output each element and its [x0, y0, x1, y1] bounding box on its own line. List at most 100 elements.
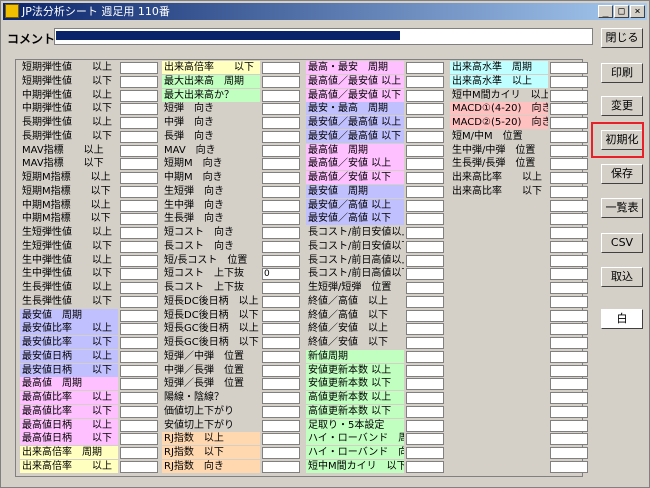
- condition-value-input[interactable]: [262, 130, 300, 143]
- condition-value-input[interactable]: [262, 240, 300, 253]
- condition-value-input[interactable]: [120, 268, 158, 281]
- condition-value-input[interactable]: [120, 185, 158, 198]
- condition-value-input[interactable]: [120, 89, 158, 102]
- condition-value-input[interactable]: [406, 295, 444, 308]
- condition-value-input[interactable]: [262, 323, 300, 336]
- csv-button[interactable]: CSV: [601, 233, 643, 253]
- condition-value-input[interactable]: [406, 309, 444, 322]
- condition-value-input[interactable]: [550, 309, 588, 322]
- list-button[interactable]: 一覧表: [601, 198, 643, 218]
- condition-value-input[interactable]: [120, 392, 158, 404]
- print-button[interactable]: 印刷: [601, 63, 643, 83]
- condition-value-input[interactable]: [406, 447, 444, 459]
- condition-value-input[interactable]: [262, 392, 300, 404]
- condition-value-input[interactable]: [550, 62, 588, 74]
- condition-value-input[interactable]: [406, 419, 444, 432]
- close-button[interactable]: 閉じる: [601, 28, 643, 48]
- condition-value-input[interactable]: [550, 337, 588, 349]
- condition-value-input[interactable]: [550, 103, 588, 116]
- condition-value-input[interactable]: [550, 405, 588, 418]
- condition-value-input[interactable]: [262, 199, 300, 212]
- condition-value-input[interactable]: [120, 199, 158, 212]
- condition-value-input[interactable]: [262, 447, 300, 459]
- condition-value-input[interactable]: [550, 144, 588, 157]
- condition-value-input[interactable]: [120, 117, 158, 129]
- condition-value-input[interactable]: [262, 254, 300, 267]
- condition-value-input[interactable]: [262, 364, 300, 377]
- condition-value-input[interactable]: [120, 130, 158, 143]
- condition-value-input[interactable]: [406, 350, 444, 363]
- change-button[interactable]: 変更: [601, 96, 643, 116]
- condition-value-input[interactable]: [406, 323, 444, 336]
- condition-value-input[interactable]: [120, 103, 158, 116]
- condition-value-input[interactable]: [550, 199, 588, 212]
- condition-value-input[interactable]: [262, 117, 300, 129]
- condition-value-input[interactable]: [550, 447, 588, 459]
- condition-value-input[interactable]: [262, 144, 300, 157]
- condition-value-input[interactable]: [406, 433, 444, 446]
- condition-value-input[interactable]: [550, 392, 588, 404]
- condition-value-input[interactable]: [550, 172, 588, 184]
- condition-value-input[interactable]: [262, 460, 300, 473]
- condition-value-input[interactable]: [262, 213, 300, 226]
- condition-value-input[interactable]: [120, 75, 158, 88]
- condition-value-input[interactable]: [120, 364, 158, 377]
- condition-value-input[interactable]: [120, 350, 158, 363]
- condition-value-input[interactable]: [550, 117, 588, 129]
- condition-value-input[interactable]: [120, 144, 158, 157]
- condition-value-input[interactable]: [120, 158, 158, 171]
- condition-value-input[interactable]: [120, 433, 158, 446]
- condition-value-input[interactable]: [550, 364, 588, 377]
- condition-value-input[interactable]: [262, 433, 300, 446]
- comment-input[interactable]: [54, 28, 593, 45]
- condition-value-input[interactable]: [550, 323, 588, 336]
- condition-value-input[interactable]: 0: [262, 268, 300, 281]
- condition-value-input[interactable]: [406, 158, 444, 171]
- condition-value-input[interactable]: [120, 323, 158, 336]
- condition-value-input[interactable]: [120, 172, 158, 184]
- condition-value-input[interactable]: [262, 405, 300, 418]
- condition-value-input[interactable]: [406, 185, 444, 198]
- condition-value-input[interactable]: [120, 295, 158, 308]
- condition-value-input[interactable]: [120, 378, 158, 391]
- condition-value-input[interactable]: [550, 254, 588, 267]
- condition-value-input[interactable]: [550, 158, 588, 171]
- condition-value-input[interactable]: [406, 172, 444, 184]
- condition-value-input[interactable]: [262, 350, 300, 363]
- condition-value-input[interactable]: [550, 240, 588, 253]
- condition-value-input[interactable]: [406, 213, 444, 226]
- condition-value-input[interactable]: [550, 185, 588, 198]
- condition-value-input[interactable]: [406, 117, 444, 129]
- condition-value-input[interactable]: [120, 460, 158, 473]
- condition-value-input[interactable]: [406, 89, 444, 102]
- condition-value-input[interactable]: [120, 309, 158, 322]
- condition-value-input[interactable]: [262, 337, 300, 349]
- condition-value-input[interactable]: [550, 213, 588, 226]
- condition-value-input[interactable]: [262, 295, 300, 308]
- condition-value-input[interactable]: [550, 268, 588, 281]
- condition-value-input[interactable]: [406, 405, 444, 418]
- condition-value-input[interactable]: [120, 282, 158, 294]
- condition-value-input[interactable]: [406, 227, 444, 239]
- condition-value-input[interactable]: [550, 130, 588, 143]
- condition-value-input[interactable]: [406, 378, 444, 391]
- condition-value-input[interactable]: [550, 460, 588, 473]
- condition-value-input[interactable]: [550, 419, 588, 432]
- condition-value-input[interactable]: [406, 268, 444, 281]
- condition-value-input[interactable]: [120, 227, 158, 239]
- condition-value-input[interactable]: [120, 213, 158, 226]
- condition-value-input[interactable]: [262, 282, 300, 294]
- condition-value-input[interactable]: [406, 392, 444, 404]
- save-button[interactable]: 保存: [601, 164, 643, 184]
- condition-value-input[interactable]: [262, 378, 300, 391]
- condition-value-input[interactable]: [120, 254, 158, 267]
- close-window-button[interactable]: ×: [630, 5, 645, 18]
- condition-value-input[interactable]: [262, 309, 300, 322]
- condition-value-input[interactable]: [120, 337, 158, 349]
- condition-value-input[interactable]: [262, 62, 300, 74]
- condition-value-input[interactable]: [120, 405, 158, 418]
- condition-value-input[interactable]: [406, 254, 444, 267]
- condition-value-input[interactable]: [262, 227, 300, 239]
- condition-value-input[interactable]: [120, 419, 158, 432]
- minimize-button[interactable]: _: [598, 5, 613, 18]
